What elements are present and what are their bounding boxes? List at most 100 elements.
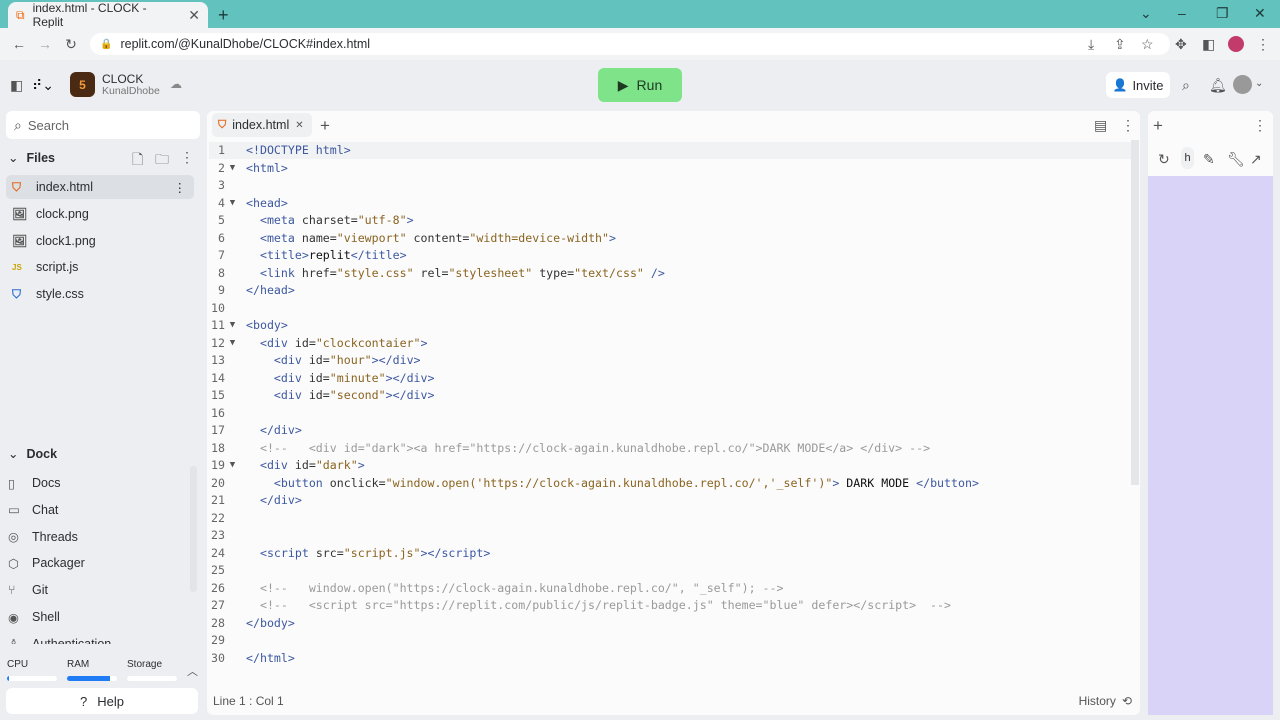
notifications-bell-icon[interactable]: 🔔︎ xyxy=(1209,77,1227,94)
minimize-icon[interactable]: – xyxy=(1178,5,1186,21)
reload-icon[interactable]: ↻ xyxy=(64,36,78,53)
code-line[interactable]: 3 xyxy=(207,177,1132,195)
file-item[interactable]: ⛉ style.css xyxy=(6,282,194,306)
code-line[interactable]: 29 xyxy=(207,632,1132,650)
file-item[interactable]: 🖼︎ clock.png xyxy=(6,202,194,226)
bookmark-star-icon[interactable]: ☆ xyxy=(1141,36,1154,53)
tab-search-chevron-icon[interactable]: ⌄ xyxy=(1140,5,1152,22)
new-file-icon[interactable]: 🗋 xyxy=(132,149,143,173)
share-icon[interactable]: ⇪ xyxy=(1114,36,1126,53)
extensions-icon[interactable]: ✥ xyxy=(1175,36,1187,53)
file-item[interactable]: ⛉ index.html ⋮ xyxy=(6,175,194,199)
code-line[interactable]: 10 xyxy=(207,300,1132,318)
pane-menu-icon[interactable]: ⋮ xyxy=(1253,117,1267,134)
code-line[interactable]: 8 <link href= "style.css" rel= "stylesheet… xyxy=(207,265,1132,283)
help-button[interactable]: ? Help xyxy=(6,688,198,714)
code-line[interactable]: 19 ▼ <div id= "dark" > xyxy=(207,457,1132,475)
dock-scrollbar[interactable] xyxy=(190,466,197,592)
dock-item-docs[interactable]: ▯ Docs xyxy=(2,471,190,495)
file-menu-icon[interactable]: ⋮ xyxy=(174,180,187,195)
code-line[interactable]: 20 <button onclick= "window.open('https:/… xyxy=(207,475,1132,493)
dock-item-packager[interactable]: ⬡ Packager xyxy=(2,551,190,575)
files-section-header[interactable]: ⌄ Files xyxy=(8,150,55,166)
dock-item-authentication[interactable]: ♙ Authentication xyxy=(2,632,190,644)
code-line[interactable]: 21 </div> xyxy=(207,492,1132,510)
maximize-icon[interactable]: ❐ xyxy=(1216,5,1229,22)
close-icon[interactable]: ✕ xyxy=(295,120,303,131)
fold-arrow-icon[interactable]: ▼ xyxy=(225,195,240,213)
editor-scrollbar[interactable] xyxy=(1131,140,1139,485)
dock-item-shell[interactable]: ◉ Shell xyxy=(2,605,190,629)
code-line[interactable]: 13 <div id= "hour" ></div> xyxy=(207,352,1132,370)
fold-arrow-icon[interactable]: ▼ xyxy=(225,335,240,353)
preview-url-input[interactable]: h xyxy=(1181,147,1194,169)
code-line[interactable]: 2 ▼ <html> xyxy=(207,160,1132,178)
fold-arrow-icon[interactable]: ▼ xyxy=(225,160,240,178)
invite-button[interactable]: 👤 Invite xyxy=(1106,72,1170,98)
refresh-icon[interactable]: ↻ xyxy=(1158,151,1170,168)
devtools-wrench-icon[interactable]: 🔧︎ xyxy=(1227,151,1245,168)
code-line[interactable]: 28 </body> xyxy=(207,615,1132,633)
search-icon[interactable]: ⌕ xyxy=(1182,77,1190,94)
browser-tab[interactable]: ⧉ index.html - CLOCK - Replit ✕ xyxy=(8,1,208,29)
history-button[interactable]: History ⟲ xyxy=(1079,694,1132,708)
code-line[interactable]: 27 <!-- <script src="https://replit.com/… xyxy=(207,597,1132,615)
code-line[interactable]: 14 <div id= "minute" ></div> xyxy=(207,370,1132,388)
new-tab-icon[interactable]: + xyxy=(320,116,330,136)
dock-item-chat[interactable]: ▭ Chat xyxy=(2,498,190,522)
new-folder-icon[interactable]: 🗀 xyxy=(155,149,169,173)
code-line[interactable]: 5 <meta charset= "utf-8" > xyxy=(207,212,1132,230)
repl-html-logo[interactable]: 5 xyxy=(70,72,95,97)
file-item[interactable]: 🖼︎ clock1.png xyxy=(6,229,194,253)
code-line[interactable]: 24 <script src= "script.js" ></script> xyxy=(207,545,1132,563)
search-input[interactable]: ⌕ Search xyxy=(6,111,200,139)
browser-menu-icon[interactable]: ⋮ xyxy=(1256,36,1270,53)
url-bar[interactable]: 🔒 replit.com/@KunalDhobe/CLOCK#index.htm… xyxy=(90,33,1170,55)
code-line[interactable]: 7 <title> replit </title> xyxy=(207,247,1132,265)
dock-item-git[interactable]: ⑂ Git xyxy=(2,578,190,602)
code-line[interactable]: 15 <div id= "second" ></div> xyxy=(207,387,1132,405)
new-pane-tab-icon[interactable]: + xyxy=(1153,116,1163,136)
code-line[interactable]: 16 xyxy=(207,405,1132,423)
close-window-icon[interactable]: ✕ xyxy=(1254,5,1266,22)
editor-menu-icon[interactable]: ⋮ xyxy=(1121,117,1135,134)
code-line[interactable]: 23 xyxy=(207,527,1132,545)
account-chevron-icon[interactable]: ⌄ xyxy=(1255,78,1263,89)
dock-section-header[interactable]: ⌄ Dock xyxy=(8,446,57,462)
user-avatar[interactable] xyxy=(1233,75,1252,94)
toggle-sidebar-icon[interactable]: ◧ xyxy=(10,77,23,94)
code-line[interactable]: 17 </div> xyxy=(207,422,1132,440)
webview-preview[interactable] xyxy=(1148,176,1273,715)
code-line[interactable]: 9 </head> xyxy=(207,282,1132,300)
code-line[interactable]: 30 </html> xyxy=(207,650,1132,668)
fold-arrow-icon[interactable]: ▼ xyxy=(225,457,240,475)
edit-pencil-icon[interactable]: ✎ xyxy=(1203,151,1215,168)
forward-icon[interactable]: → xyxy=(38,36,52,52)
code-area[interactable]: 1 <!DOCTYPE html> 2 ▼ <html> 3 4 ▼ <head> 5 <meta… xyxy=(207,142,1132,667)
back-icon[interactable]: ← xyxy=(12,36,26,52)
file-item[interactable]: JS script.js xyxy=(6,255,194,279)
code-line[interactable]: 6 <meta name= "viewport" content= "width=d… xyxy=(207,230,1132,248)
close-tab-icon[interactable]: ✕ xyxy=(188,7,200,24)
open-new-window-icon[interactable]: ↗ xyxy=(1250,151,1262,168)
repl-name[interactable]: CLOCK xyxy=(102,72,143,86)
fold-arrow-icon[interactable]: ▼ xyxy=(225,317,240,335)
dock-item-threads[interactable]: ◎ Threads xyxy=(2,525,190,549)
code-line[interactable]: 11 ▼ <body> xyxy=(207,317,1132,335)
code-line[interactable]: 18 <!-- <div id="dark"><a href="https://… xyxy=(207,440,1132,458)
repl-owner[interactable]: KunalDhobe xyxy=(102,85,160,97)
install-icon[interactable]: ⤓ xyxy=(1088,36,1094,53)
code-line[interactable]: 26 <!-- window.open("https://clock-again… xyxy=(207,580,1132,598)
editor-layout-icon[interactable]: ▤ xyxy=(1094,117,1107,134)
files-menu-icon[interactable]: ⋮ xyxy=(180,149,194,166)
run-button[interactable]: ▶ Run xyxy=(598,68,682,102)
code-line[interactable]: 25 xyxy=(207,562,1132,580)
chevron-up-icon[interactable]: ︿ xyxy=(187,663,198,679)
profile-avatar[interactable] xyxy=(1228,36,1244,52)
workspace-menu-icon[interactable]: ⠞⌄ xyxy=(32,77,54,94)
code-line[interactable]: 4 ▼ <head> xyxy=(207,195,1132,213)
code-line[interactable]: 12 ▼ <div id= "clockcontaier" > xyxy=(207,335,1132,353)
sidepanel-icon[interactable]: ◧ xyxy=(1202,36,1215,53)
code-line[interactable]: 22 xyxy=(207,510,1132,528)
new-tab-icon[interactable]: + xyxy=(218,5,229,26)
